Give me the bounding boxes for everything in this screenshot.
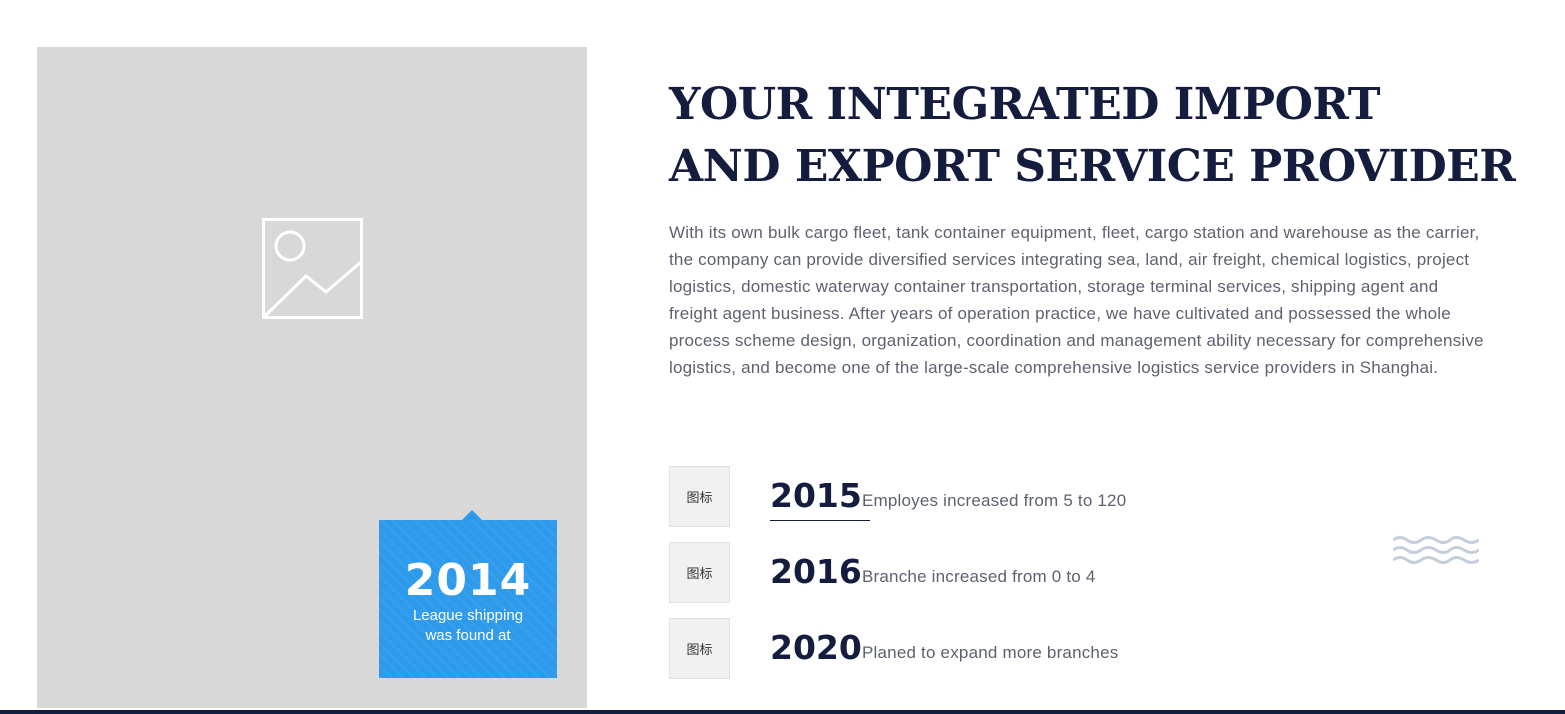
founded-badge: 2014 League shipping was found at xyxy=(379,510,557,678)
founded-text-line2: was found at xyxy=(425,627,511,644)
milestone-text: Employes increased from 5 to 120 xyxy=(862,491,1127,510)
milestone-item: 图标 2015 Employes increased from 5 to 120 xyxy=(669,466,1369,527)
footer-edge-bar xyxy=(0,710,1565,714)
company-description: With its own bulk cargo fleet, tank cont… xyxy=(669,223,1484,377)
page-title: YOUR INTEGRATED IMPORT AND EXPORT SERVIC… xyxy=(669,74,1516,198)
milestone-year: 2015 xyxy=(770,476,862,515)
milestone-text: Branche increased from 0 to 4 xyxy=(862,567,1096,586)
about-image-placeholder: 2014 League shipping was found at xyxy=(37,47,587,708)
milestone-icon-placeholder: 图标 xyxy=(669,466,730,527)
milestone-year: 2016 xyxy=(770,552,862,591)
milestone-list: 图标 2015 Employes increased from 5 to 120… xyxy=(669,466,1369,694)
milestone-icon-placeholder: 图标 xyxy=(669,618,730,679)
image-placeholder-icon xyxy=(262,218,363,319)
wave-icon xyxy=(1393,536,1479,564)
about-content: YOUR INTEGRATED IMPORT AND EXPORT SERVIC… xyxy=(669,74,1516,381)
title-line-1: YOUR INTEGRATED IMPORT xyxy=(669,79,1380,130)
title-line-2: AND EXPORT SERVICE PROVIDER xyxy=(669,141,1516,192)
milestone-text: Planed to expand more branches xyxy=(862,643,1119,662)
milestone-item: 图标 2020 Planed to expand more branches xyxy=(669,618,1369,679)
founded-year: 2014 xyxy=(404,555,532,606)
founded-text-line1: League shipping xyxy=(412,607,524,624)
milestone-underline xyxy=(770,520,870,521)
milestone-year: 2020 xyxy=(770,628,862,667)
milestone-icon-placeholder: 图标 xyxy=(669,542,730,603)
milestone-item: 图标 2016 Branche increased from 0 to 4 xyxy=(669,542,1369,603)
